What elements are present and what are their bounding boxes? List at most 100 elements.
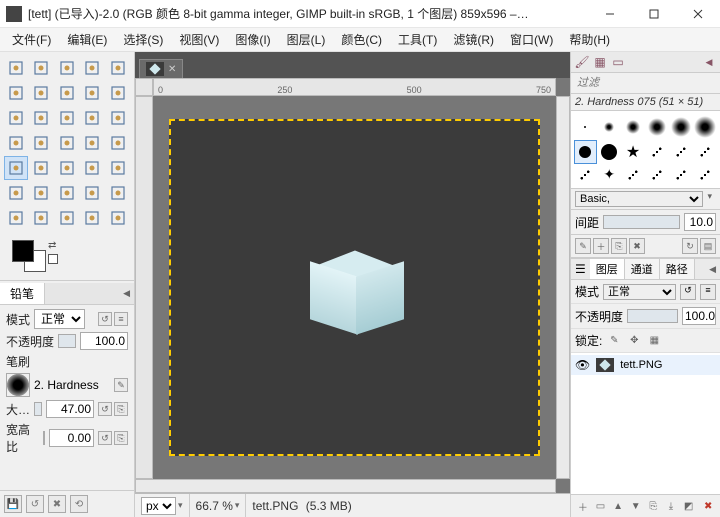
color-swatches[interactable]: ⇄ (0, 234, 134, 278)
tool-paintbrush[interactable] (29, 156, 53, 180)
tool-ellipse-select[interactable] (80, 56, 104, 80)
menu-item[interactable]: 帮助(H) (561, 29, 618, 50)
tool-rect-select[interactable] (55, 56, 79, 80)
lock-position-icon[interactable]: ✥ (626, 334, 642, 348)
tab-channels[interactable]: 通道 (625, 259, 660, 279)
brush-item[interactable] (670, 115, 691, 138)
tool-cage[interactable] (4, 131, 28, 155)
tool-text[interactable] (55, 131, 79, 155)
brush-item[interactable] (623, 166, 644, 184)
brush-item[interactable]: ★ (623, 141, 644, 162)
minimize-button[interactable] (588, 0, 632, 28)
tool-flip[interactable] (106, 106, 130, 130)
tool-airbrush[interactable] (80, 156, 104, 180)
mode-opt-icon[interactable]: ↺ (98, 312, 112, 326)
brush-grid[interactable]: ★ ✦ (571, 111, 720, 189)
delete-layer-icon[interactable]: ✖ (700, 498, 716, 514)
brush-item[interactable] (646, 141, 667, 162)
layer-row[interactable]: 👁 tett.PNG (571, 355, 720, 375)
restore-preset-icon[interactable]: ↺ (26, 495, 44, 513)
doc-tab-close-icon[interactable]: ✕ (168, 64, 176, 75)
brush-item[interactable] (599, 141, 620, 162)
tab-paths[interactable]: 路径 (660, 259, 695, 279)
brush-item[interactable] (599, 115, 620, 138)
tool-measure[interactable] (29, 206, 53, 230)
tool-rotate[interactable] (4, 106, 28, 130)
brush-preset-select[interactable]: Basic, (575, 191, 703, 207)
tool-ink[interactable] (106, 156, 130, 180)
tool-move[interactable] (4, 56, 28, 80)
vertical-scrollbar[interactable] (556, 96, 570, 479)
brush-filter-input[interactable] (575, 75, 720, 91)
default-colors-icon[interactable] (48, 254, 58, 264)
reset-preset-icon[interactable]: ⟲ (70, 495, 88, 513)
edit-brush-icon[interactable]: ✎ (575, 238, 591, 254)
tool-foreground-select[interactable] (80, 81, 104, 105)
ratio-link-icon[interactable]: ⎘ (114, 431, 128, 445)
ratio-value[interactable]: 0.00 (49, 429, 94, 447)
maximize-button[interactable] (632, 0, 676, 28)
tool-crop[interactable] (106, 81, 130, 105)
ratio-slider[interactable] (43, 431, 45, 445)
size-link-icon[interactable]: ⎘ (114, 402, 128, 416)
layer-opacity-value[interactable]: 100.0 (682, 307, 716, 325)
delete-brush-icon[interactable]: ✖ (629, 238, 645, 254)
tool-paths[interactable] (80, 206, 104, 230)
spacing-slider[interactable] (603, 215, 680, 229)
menu-item[interactable]: 滤镜(R) (445, 29, 502, 50)
mask-icon[interactable]: ◩ (681, 498, 697, 514)
tab-menu-arrow-icon[interactable]: ◀ (705, 264, 720, 275)
menu-item[interactable]: 文件(F) (4, 29, 59, 50)
mode-reset-icon[interactable]: ↺ (680, 284, 696, 300)
brush-item[interactable] (694, 166, 716, 184)
save-preset-icon[interactable]: 💾 (4, 495, 22, 513)
tool-scale[interactable] (29, 106, 53, 130)
layer-mode-select[interactable]: 正常 (603, 284, 676, 300)
tab-menu-arrow-icon[interactable]: ◀ (119, 288, 134, 299)
menu-item[interactable]: 图像(I) (227, 29, 278, 50)
menu-item[interactable]: 图层(L) (279, 29, 334, 50)
menu-item[interactable]: 编辑(E) (59, 29, 115, 50)
size-slider[interactable] (34, 402, 42, 416)
tool-by-color-select[interactable] (29, 81, 53, 105)
spacing-value[interactable]: 10.0 (684, 213, 716, 231)
open-as-image-icon[interactable]: ▤ (700, 238, 716, 254)
menu-item[interactable]: 工具(T) (390, 29, 445, 50)
layer-up-icon[interactable]: ▲ (610, 498, 626, 514)
document-tab[interactable]: ✕ (139, 59, 183, 78)
close-button[interactable] (676, 0, 720, 28)
unit-select[interactable]: px (141, 497, 176, 515)
tool-align[interactable] (29, 56, 53, 80)
tool-gradient[interactable] (106, 131, 130, 155)
tool-color-picker[interactable] (4, 206, 28, 230)
menu-item[interactable]: 窗口(W) (502, 29, 561, 50)
new-group-icon[interactable]: ▭ (593, 498, 609, 514)
tool-smudge[interactable] (80, 181, 104, 205)
brush-item[interactable] (670, 141, 691, 162)
tool-blur[interactable] (55, 181, 79, 205)
tool-options-tab[interactable]: 铅笔 (0, 283, 45, 304)
merge-down-icon[interactable]: ⤓ (663, 498, 679, 514)
swap-colors-icon[interactable]: ⇄ (48, 240, 56, 251)
menu-item[interactable]: 颜色(C) (333, 29, 390, 50)
mode-menu-icon[interactable]: ≡ (700, 284, 716, 300)
tool-dodge[interactable] (106, 181, 130, 205)
zoom-value[interactable]: 66.7 % (196, 499, 233, 513)
opacity-value[interactable]: 100.0 (80, 332, 128, 350)
tool-clone[interactable] (4, 181, 28, 205)
layer-thumbnail[interactable] (596, 358, 614, 372)
tool-bucket-fill[interactable] (80, 131, 104, 155)
tab-layers[interactable]: 图层 (590, 259, 625, 279)
tool-warp[interactable] (29, 131, 53, 155)
brush-item[interactable] (646, 166, 667, 184)
layers-list[interactable]: 👁 tett.PNG (571, 353, 720, 494)
tool-perspective[interactable] (80, 106, 104, 130)
tool-shear[interactable] (55, 106, 79, 130)
lock-alpha-icon[interactable]: ▦ (646, 334, 662, 348)
horizontal-ruler[interactable]: 0250500750 (153, 78, 556, 96)
layer-opacity-slider[interactable] (627, 309, 678, 323)
fg-color-swatch[interactable] (12, 240, 34, 262)
tab-menu-arrow-icon[interactable]: ◀ (702, 55, 716, 69)
brush-preview-chip[interactable] (6, 373, 30, 397)
delete-preset-icon[interactable]: ✖ (48, 495, 66, 513)
